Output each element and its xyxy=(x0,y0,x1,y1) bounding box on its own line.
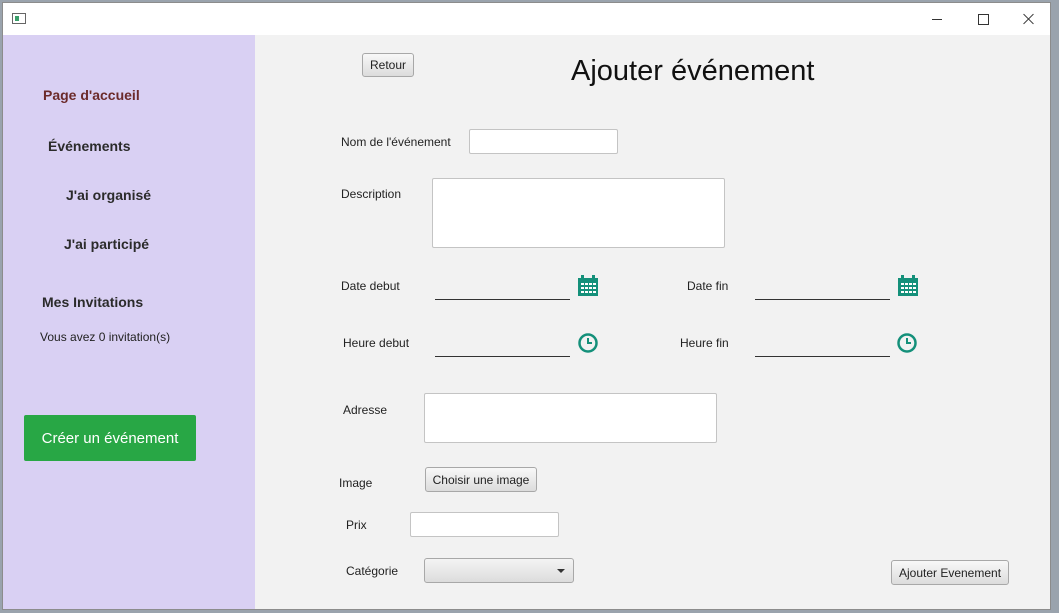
description-field[interactable] xyxy=(432,178,725,248)
price-label: Prix xyxy=(346,518,367,532)
sidebar-item-participated[interactable]: J'ai participé xyxy=(64,236,149,252)
page-title: Ajouter événement xyxy=(571,55,815,87)
end-date-label: Date fin xyxy=(687,279,729,293)
end-time-field[interactable] xyxy=(755,337,890,357)
category-select[interactable] xyxy=(424,558,574,583)
create-event-button[interactable]: Créer un événement xyxy=(24,415,196,461)
sidebar-item-invitations[interactable]: Mes Invitations xyxy=(42,294,143,310)
calendar-icon[interactable] xyxy=(897,275,919,297)
back-button[interactable]: Retour xyxy=(362,53,414,77)
maximize-button[interactable] xyxy=(960,3,1006,35)
start-time-label: Heure debut xyxy=(343,336,410,350)
start-date-field[interactable] xyxy=(435,280,570,300)
invitation-count: Vous avez 0 invitation(s) xyxy=(40,330,171,344)
close-icon xyxy=(1023,13,1035,25)
chevron-down-icon xyxy=(557,569,565,573)
sidebar: Page d'accueil Événements J'ai organisé … xyxy=(3,35,255,609)
choose-image-button[interactable]: Choisir une image xyxy=(425,467,537,492)
event-name-field[interactable] xyxy=(469,129,618,154)
start-date-label: Date debut xyxy=(341,279,400,293)
category-label: Catégorie xyxy=(346,564,399,578)
minimize-icon xyxy=(932,18,942,20)
image-label: Image xyxy=(339,476,373,490)
app-window: Page d'accueil Événements J'ai organisé … xyxy=(2,2,1051,610)
clock-icon[interactable] xyxy=(577,332,599,354)
sidebar-item-home[interactable]: Page d'accueil xyxy=(43,87,140,103)
main-content: Retour Ajouter événement Nom de l'événem… xyxy=(255,35,1050,609)
name-label: Nom de l'événement xyxy=(341,135,451,149)
clock-icon[interactable] xyxy=(896,332,918,354)
price-field[interactable] xyxy=(410,512,559,537)
start-time-field[interactable] xyxy=(435,337,570,357)
address-label: Adresse xyxy=(343,403,388,417)
sidebar-item-events[interactable]: Événements xyxy=(48,138,130,154)
title-bar xyxy=(3,3,1050,35)
description-label: Description xyxy=(341,187,402,201)
address-field[interactable] xyxy=(424,393,717,443)
app-icon xyxy=(12,13,26,24)
minimize-button[interactable] xyxy=(914,3,960,35)
calendar-icon[interactable] xyxy=(577,275,599,297)
end-date-field[interactable] xyxy=(755,280,890,300)
sidebar-item-organized[interactable]: J'ai organisé xyxy=(66,187,151,203)
add-event-button[interactable]: Ajouter Evenement xyxy=(891,560,1009,585)
maximize-icon xyxy=(977,13,989,25)
close-button[interactable] xyxy=(1006,3,1050,35)
end-time-label: Heure fin xyxy=(680,336,729,350)
